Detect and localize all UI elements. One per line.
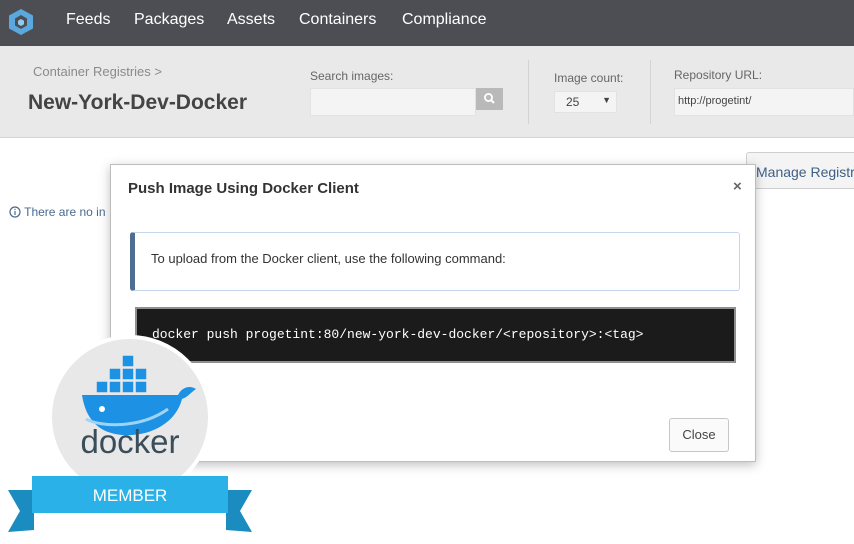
proget-hexagon-icon[interactable]	[8, 8, 34, 36]
repository-url-label: Repository URL:	[674, 68, 763, 82]
instructions-callout: To upload from the Docker client, use th…	[130, 232, 740, 291]
image-count-select[interactable]: 25 ▼	[554, 91, 617, 113]
search-button[interactable]	[476, 88, 503, 110]
nav-assets[interactable]: Assets	[227, 0, 275, 46]
docker-member-badge: docker MEMBER	[0, 335, 260, 544]
member-ribbon-text: MEMBER	[93, 486, 168, 505]
caret-down-icon: ▼	[602, 95, 611, 105]
modal-title: Push Image Using Docker Client	[128, 180, 359, 197]
page-header: Container Registries > New-York-Dev-Dock…	[0, 46, 854, 138]
image-count-value: 25	[566, 95, 580, 109]
top-nav: Feeds Packages Assets Containers Complia…	[0, 0, 854, 46]
docker-badge-graphic: docker MEMBER	[8, 335, 252, 532]
nav-compliance[interactable]: Compliance	[402, 0, 486, 46]
close-button[interactable]: Close	[669, 418, 729, 452]
nav-packages[interactable]: Packages	[134, 0, 204, 46]
close-icon[interactable]: ×	[733, 178, 742, 195]
search-label: Search images:	[310, 69, 394, 83]
instructions-text: To upload from the Docker client, use th…	[151, 251, 506, 266]
image-count-label: Image count:	[554, 71, 624, 85]
repository-url-field[interactable]: http://progetint/	[674, 88, 854, 116]
nav-containers[interactable]: Containers	[299, 0, 376, 46]
divider	[650, 60, 651, 124]
search-icon	[483, 93, 495, 104]
empty-info-text: There are no in	[24, 205, 106, 219]
info-icon	[9, 206, 21, 218]
empty-info-message: There are no in	[9, 205, 106, 219]
divider	[528, 60, 529, 124]
page-title: New-York-Dev-Docker	[28, 91, 248, 114]
manage-registry-button[interactable]: Manage Registr	[746, 152, 854, 189]
search-input[interactable]	[310, 88, 476, 116]
breadcrumb[interactable]: Container Registries >	[33, 64, 162, 79]
docker-wordmark: docker	[80, 423, 179, 460]
nav-feeds[interactable]: Feeds	[66, 0, 110, 46]
